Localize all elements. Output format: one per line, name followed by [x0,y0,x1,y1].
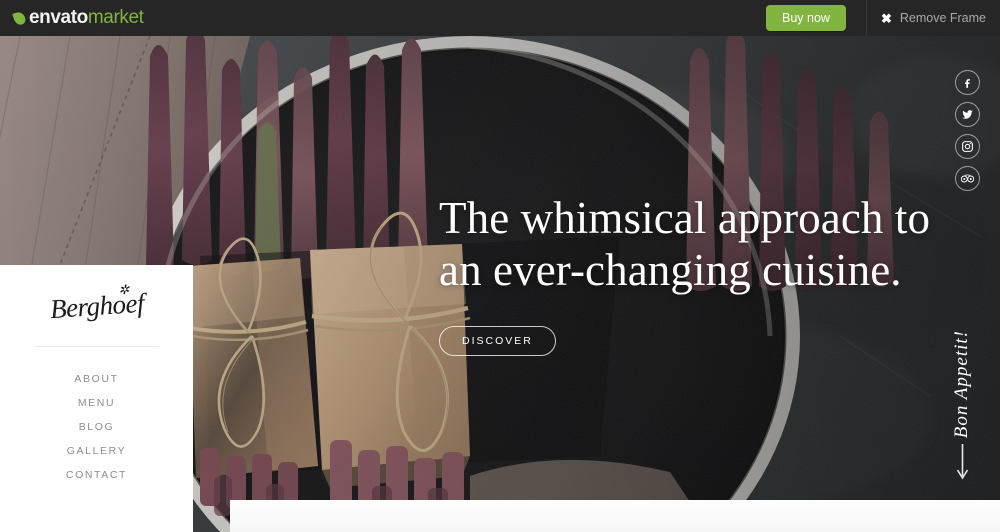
envato-bar-actions: Buy now ✖ Remove Frame [766,0,1000,36]
content-panel [230,500,1000,532]
brand-star-icon: ✲ [117,281,129,298]
tripadvisor-icon[interactable] [955,166,980,191]
sidebar-item-about[interactable]: ABOUT [0,367,193,391]
sidebar-item-contact[interactable]: CONTACT [0,463,193,487]
page-title: The whimsical approach to an ever-changi… [439,192,939,296]
buy-now-button[interactable]: Buy now [766,5,846,31]
envato-market-logo[interactable]: envato market [12,7,144,29]
remove-frame-label: Remove Frame [899,11,986,25]
brand-logo[interactable]: Berghoef ✲ [48,282,145,325]
leaf-icon [12,10,27,26]
sidebar-item-menu[interactable]: MENU [0,391,193,415]
twitter-icon[interactable] [955,102,980,127]
headline-line-1: The whimsical approach to [439,193,931,243]
envato-logo-word-market: market [87,7,144,28]
envato-logo-word-envato: envato [29,7,88,28]
sidebar-item-gallery[interactable]: GALLERY [0,439,193,463]
remove-frame-button[interactable]: ✖ Remove Frame [867,11,1000,25]
content-panel-surface [230,500,1000,532]
sidebar-divider [34,346,159,347]
brand-name: Berghoef [48,287,145,325]
headline-line-2: an ever-changing cuisine. [439,245,902,295]
discover-button[interactable]: DISCOVER [439,326,556,356]
hero-content: The whimsical approach to an ever-changi… [439,192,939,356]
social-links [955,70,980,191]
sidebar: Berghoef ✲ ABOUT MENU BLOG GALLERY CONTA… [0,265,193,532]
facebook-icon[interactable] [955,70,980,95]
bon-appetit-label: Bon Appetit! [951,330,972,439]
bon-appetit-block: Bon Appetit! [942,330,982,489]
instagram-icon[interactable] [955,134,980,159]
sidebar-nav: ABOUT MENU BLOG GALLERY CONTACT [0,367,193,487]
sidebar-item-blog[interactable]: BLOG [0,415,193,439]
arrow-down-icon[interactable] [956,444,969,489]
envato-market-bar: envato market Buy now ✖ Remove Frame [0,0,1000,36]
close-x-icon: ✖ [880,10,892,26]
